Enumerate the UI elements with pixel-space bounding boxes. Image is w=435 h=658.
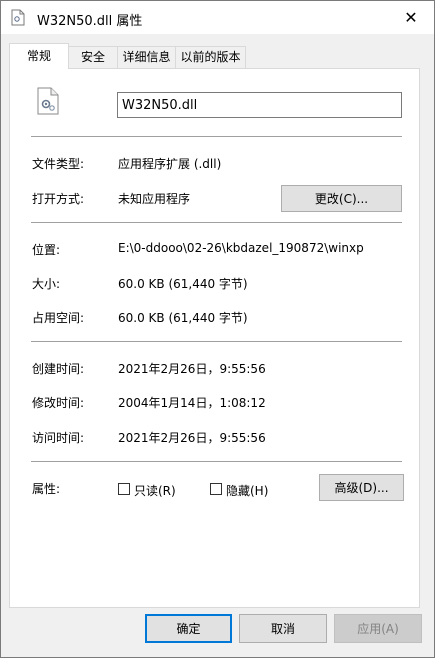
separator	[31, 222, 402, 223]
change-button[interactable]: 更改(C)...	[281, 185, 402, 212]
size-on-disk-label: 占用空间:	[32, 311, 85, 325]
location-value: E:\0-ddooo\02-26\kbdazel_190872\winxp	[118, 241, 364, 255]
close-icon: ✕	[404, 8, 418, 27]
ok-button[interactable]: 确定	[145, 614, 232, 643]
cancel-button[interactable]: 取消	[239, 614, 327, 643]
size-on-disk-value: 60.0 KB (61,440 字节)	[118, 311, 248, 325]
properties-dialog: W32N50.dll 属性 ✕ 常规 安全 详细信息 以前的版本 W32N50.…	[0, 0, 435, 658]
modified-label: 修改时间:	[32, 396, 85, 410]
file-type-value: 应用程序扩展 (.dll)	[118, 157, 222, 171]
window-title: W32N50.dll 属性	[37, 14, 143, 29]
advanced-button[interactable]: 高级(D)...	[319, 474, 404, 501]
file-name-field[interactable]: W32N50.dll	[117, 92, 402, 118]
separator	[31, 461, 402, 462]
file-icon	[11, 9, 25, 26]
opens-with-value: 未知应用程序	[118, 192, 191, 206]
readonly-label[interactable]: 只读(R)	[134, 482, 176, 499]
created-value: 2021年2月26日，9:55:56	[118, 362, 266, 376]
size-value: 60.0 KB (61,440 字节)	[118, 277, 248, 291]
opens-with-label: 打开方式:	[32, 192, 85, 206]
readonly-checkbox[interactable]	[118, 483, 130, 495]
file-type-label: 文件类型:	[32, 157, 85, 171]
tab-security[interactable]: 安全	[68, 46, 118, 68]
general-tab-panel	[9, 68, 420, 608]
hidden-checkbox[interactable]	[210, 483, 222, 495]
hidden-label[interactable]: 隐藏(H)	[226, 482, 268, 499]
accessed-value: 2021年2月26日，9:55:56	[118, 431, 266, 445]
tab-general[interactable]: 常规	[9, 43, 69, 69]
apply-button[interactable]: 应用(A)	[334, 614, 422, 643]
size-label: 大小:	[32, 277, 61, 291]
tab-previous-versions[interactable]: 以前的版本	[175, 46, 246, 68]
accessed-label: 访问时间:	[32, 431, 85, 445]
created-label: 创建时间:	[32, 362, 85, 376]
tab-details[interactable]: 详细信息	[117, 46, 176, 68]
separator	[31, 341, 402, 342]
modified-value: 2004年1月14日，1:08:12	[118, 396, 266, 410]
location-label: 位置:	[32, 243, 61, 257]
separator	[31, 136, 402, 137]
title-bar[interactable]: W32N50.dll 属性 ✕	[1, 1, 434, 34]
dll-file-icon	[37, 87, 59, 115]
close-button[interactable]: ✕	[388, 1, 434, 34]
attributes-label: 属性:	[32, 482, 61, 496]
